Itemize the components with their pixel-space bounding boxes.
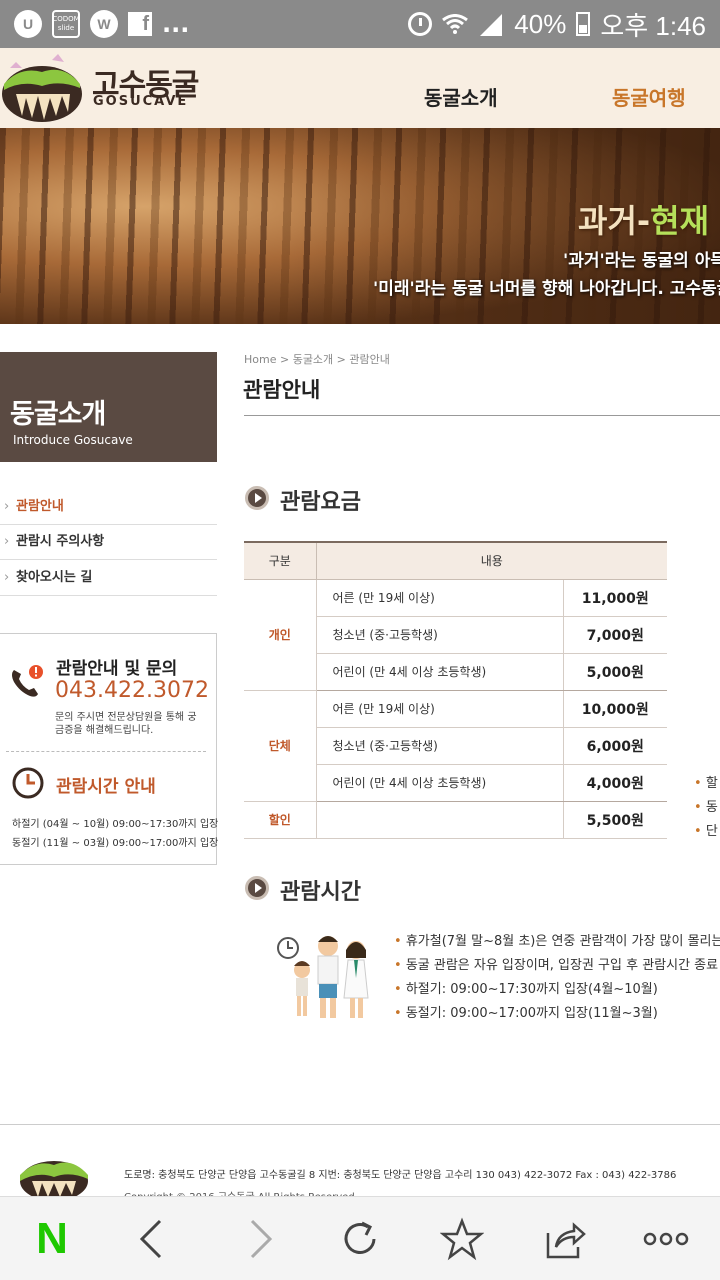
wifi-icon	[442, 14, 469, 34]
fee-desc: 청소년 (중·고등학생)	[316, 727, 564, 765]
fees-section-title: 관람요금	[280, 490, 361, 515]
sidebar-item-precautions[interactable]: 관람시 주의사항	[0, 525, 217, 560]
hours-list: 휴가철(7월 말~8월 초)은 연중 관람객이 가장 많이 몰리는 동굴 관람은…	[394, 930, 720, 1026]
hours-summer: 하절기 (04월 ~ 10월) 09:00~17:30까지 입장	[12, 819, 219, 830]
fee-price: 5,000원	[563, 653, 667, 691]
battery-icon	[576, 12, 591, 36]
inquiry-phone-number[interactable]: 043.422.3072	[55, 678, 209, 703]
hours-winter: 동절기 (11월 ~ 03월) 09:00~17:00까지 입장	[12, 838, 219, 849]
sidebar-item-viewing-guide[interactable]: 관람안내	[0, 490, 217, 525]
hours-section-title: 관람시간	[280, 880, 361, 905]
list-item: 할	[694, 772, 718, 796]
fee-desc	[316, 801, 564, 839]
clock-time: 오후 1:46	[600, 10, 706, 41]
reload-icon[interactable]	[336, 1215, 384, 1263]
site-footer: 도로명: 충청북도 단양군 단양읍 고수동굴길 8 지번: 충청북도 단양군 단…	[0, 1124, 720, 1196]
table-row: 개인 어른 (만 19세 이상) 11,000원	[244, 579, 667, 691]
facebook-icon: f	[128, 12, 152, 36]
list-item: 동굴 관람은 자유 입장이며, 입장권 구입 후 관람시간 종료 1시	[394, 954, 720, 978]
page-title: 관람안내	[243, 378, 321, 402]
alarm-icon	[408, 12, 433, 36]
fee-side-notes: 할 동 단	[694, 772, 718, 844]
hero-line-2: '미래'라는 동굴 너머를 향해 나아갑니다. 고수동굴은	[373, 279, 720, 299]
share-icon[interactable]	[540, 1215, 588, 1263]
hero-line-1: '과거'라는 동굴의 아득	[563, 251, 720, 271]
hero-title: 과거-현재	[578, 202, 710, 240]
fee-desc: 어린이 (만 4세 이상 초등학생)	[316, 764, 564, 802]
fee-table-header: 구분 내용	[244, 542, 667, 580]
list-item: 단	[694, 820, 718, 844]
table-row: 단체 어른 (만 19세 이상) 10,000원	[244, 690, 667, 802]
fee-desc: 어린이 (만 4세 이상 초등학생)	[316, 653, 564, 691]
gosucave-logo-icon[interactable]	[0, 54, 84, 124]
hours-title: 관람시간 안내	[56, 777, 156, 797]
fee-price: 10,000원	[563, 690, 667, 728]
fee-group-discount: 할인	[244, 801, 317, 839]
fee-desc: 어른 (만 19세 이상)	[316, 579, 564, 617]
inquiry-title: 관람안내 및 문의	[56, 659, 178, 679]
more-icon[interactable]	[642, 1215, 690, 1263]
breadcrumb[interactable]: Home > 동굴소개 > 관람안내	[244, 351, 390, 367]
section-arrow-icon	[245, 876, 269, 900]
logo-english-text[interactable]: GOSUCAVE	[93, 94, 188, 109]
section-arrow-icon	[245, 486, 269, 510]
inquiry-description: 문의 주시면 전문상담원을 통해 궁금증을 해결해드립니다.	[55, 712, 197, 736]
family-illustration-icon	[277, 936, 369, 1018]
browser-bottom-bar: N	[0, 1196, 720, 1280]
site-header: 고수동굴 GOSUCAVE 동굴소개 동굴여행	[0, 48, 720, 128]
bookmark-star-icon[interactable]	[438, 1215, 486, 1263]
inquiry-info-box: 관람안내 및 문의 043.422.3072 문의 주시면 전문상담원을 통해 …	[0, 633, 219, 865]
more-notifications: ...	[162, 10, 190, 38]
battery-percent: 40%	[514, 8, 567, 39]
w-app-icon: W	[90, 10, 118, 38]
nav-cave-travel[interactable]: 동굴여행	[612, 82, 686, 111]
fee-group-individual: 개인	[244, 579, 317, 691]
table-row: 할인 5,500원	[244, 801, 667, 839]
title-divider	[244, 415, 720, 416]
fee-header-category: 구분	[244, 542, 317, 580]
fee-desc: 청소년 (중·고등학생)	[316, 616, 564, 654]
signal-icon	[480, 14, 503, 36]
fee-price: 11,000원	[563, 579, 667, 617]
status-bar: U CODOM slide W f ... 40% 오후 1:46	[0, 0, 720, 48]
list-item: 하절기: 09:00~17:30까지 입장(4월~10월)	[394, 978, 720, 1002]
list-item: 휴가철(7월 말~8월 초)은 연중 관람객이 가장 많이 몰리는	[394, 930, 720, 954]
sidebar-subtitle: Introduce Gosucave	[13, 433, 133, 447]
fee-desc: 어른 (만 19세 이상)	[316, 690, 564, 728]
footer-address: 도로명: 충청북도 단양군 단양읍 고수동굴길 8 지번: 충청북도 단양군 단…	[124, 1170, 677, 1181]
forward-icon[interactable]	[236, 1215, 284, 1263]
fee-header-content: 내용	[316, 542, 667, 580]
fee-price: 4,000원	[563, 764, 667, 802]
sidebar-item-directions[interactable]: 찾아오시는 길	[0, 561, 217, 596]
clock-icon	[12, 767, 44, 799]
back-icon[interactable]	[128, 1215, 176, 1263]
fee-price: 5,500원	[563, 801, 667, 839]
sidebar-header: 동굴소개 Introduce Gosucave	[0, 352, 217, 462]
hero-banner: 과거-현재 '과거'라는 동굴의 아득 '미래'라는 동굴 너머를 향해 나아갑…	[0, 128, 720, 324]
footer-copyright: Copyright © 2016 고수동굴 All Rights Reserve…	[124, 1188, 355, 1196]
infobox-divider	[6, 751, 206, 752]
phone-icon	[12, 665, 43, 697]
naver-home-icon[interactable]: N	[28, 1214, 76, 1263]
fee-group-group: 단체	[244, 690, 317, 802]
app-notification-icon: U	[14, 10, 42, 38]
footer-logo-icon	[20, 1161, 88, 1196]
slide-app-icon: CODOM slide	[52, 10, 80, 38]
fee-price: 6,000원	[563, 727, 667, 765]
list-item: 동	[694, 796, 718, 820]
sidebar-title: 동굴소개	[10, 399, 106, 430]
fee-price: 7,000원	[563, 616, 667, 654]
fee-table: 구분 내용 개인 어른 (만 19세 이상) 11,000원 청소년 (중·고등…	[244, 541, 667, 839]
nav-cave-intro[interactable]: 동굴소개	[424, 82, 498, 111]
list-item: 동절기: 09:00~17:00까지 입장(11월~3월)	[394, 1002, 720, 1026]
